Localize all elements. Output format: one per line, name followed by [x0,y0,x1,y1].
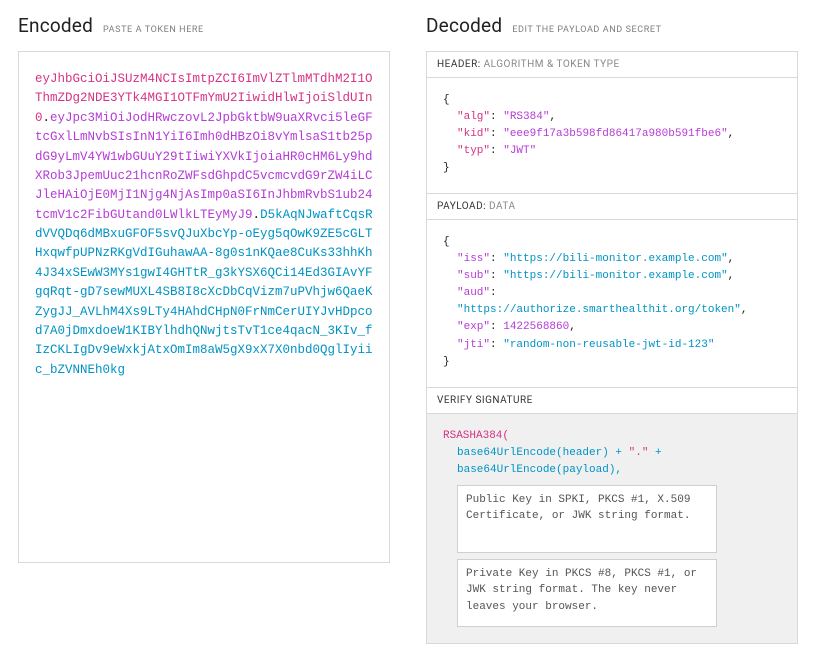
header-kid-value: eee9f17a3b598fd86417a980b591fbe6 [510,128,721,140]
header-typ-value: JWT [510,145,530,157]
payload-section: PAYLOAD: DATA { "iss": "https://bili-mon… [427,193,797,386]
public-key-input[interactable] [457,485,717,553]
sig-line-1: base64UrlEncode(header) + "." + [443,445,781,462]
encoded-token-editor[interactable]: eyJhbGciOiJSUzM4NCIsImtpZCI6ImVlZTlmMTdh… [19,52,389,562]
payload-json-editor[interactable]: { "iss": "https://bili-monitor.example.c… [427,220,797,386]
payload-iss-value: https://bili-monitor.example.com [510,253,721,265]
decoded-heading: Decoded EDIT THE PAYLOAD AND SECRET [426,14,798,37]
header-alg-value: RS384 [510,111,543,123]
decoded-title: Decoded [426,14,502,37]
payload-aud-value: https://authorize.smarthealthit.org/toke… [464,304,735,316]
header-section-sub: ALGORITHM & TOKEN TYPE [484,59,620,70]
payload-section-sub: DATA [489,201,515,212]
header-json-editor[interactable]: { "alg": "RS384", "kid": "eee9f17a3b598f… [427,78,797,193]
header-section: HEADER: ALGORITHM & TOKEN TYPE { "alg": … [427,52,797,193]
payload-section-head: PAYLOAD: DATA [427,194,797,220]
token-dot-2: . [253,208,261,222]
payload-section-label: PAYLOAD: [437,201,486,212]
brace-close: } [443,160,781,177]
encoded-title: Encoded [18,14,93,37]
token-dot-1: . [43,111,51,125]
private-key-input[interactable] [457,559,717,627]
sig-line-2: base64UrlEncode(payload), [443,462,781,479]
decoded-panel: HEADER: ALGORITHM & TOKEN TYPE { "alg": … [426,51,798,644]
payload-sub-value: https://bili-monitor.example.com [510,270,721,282]
encoded-heading: Encoded PASTE A TOKEN HERE [18,14,390,37]
brace-close: } [443,354,781,371]
header-section-head: HEADER: ALGORITHM & TOKEN TYPE [427,52,797,78]
token-payload-segment: eyJpc3MiOiJodHRwczovL2JpbGktbW9uaXRvci5l… [35,111,373,222]
sig-fn: RSASHA384( [443,428,781,445]
header-section-label: HEADER: [437,59,481,70]
brace-open: { [443,92,781,109]
decoded-column: Decoded EDIT THE PAYLOAD AND SECRET HEAD… [426,14,798,644]
encoded-column: Encoded PASTE A TOKEN HERE eyJhbGciOiJSU… [18,14,390,644]
verify-section: VERIFY SIGNATURE RSASHA384( base64UrlEnc… [427,387,797,643]
payload-exp-value: 1422568860 [503,321,569,333]
encoded-hint: PASTE A TOKEN HERE [103,25,204,35]
payload-jti-value: random-non-reusable-jwt-id-123 [510,339,708,351]
token-signature-segment: D5kAqNJwaftCqsRdVVQDq6dMBxuGFOF5svQJuXbc… [35,208,373,377]
verify-section-head: VERIFY SIGNATURE [427,388,797,414]
verify-body: RSASHA384( base64UrlEncode(header) + "."… [427,414,797,643]
decoded-hint: EDIT THE PAYLOAD AND SECRET [512,25,661,35]
brace-open: { [443,234,781,251]
encoded-panel: eyJhbGciOiJSUzM4NCIsImtpZCI6ImVlZTlmMTdh… [18,51,390,563]
verify-section-label: VERIFY SIGNATURE [437,395,533,406]
